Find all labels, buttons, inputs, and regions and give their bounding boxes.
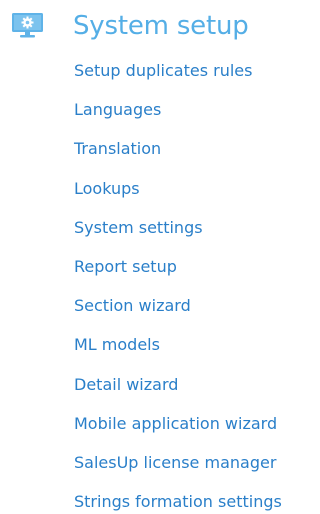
list-item: Setup duplicates rules	[74, 59, 282, 98]
section-title: System setup	[73, 11, 249, 41]
list-item: Translation	[74, 137, 282, 176]
report-setup-link[interactable]: Report setup	[74, 257, 177, 276]
system-settings-link[interactable]: System settings	[74, 218, 203, 237]
setup-duplicates-rules-link[interactable]: Setup duplicates rules	[74, 61, 252, 80]
translation-link[interactable]: Translation	[74, 139, 161, 158]
mobile-application-wizard-link[interactable]: Mobile application wizard	[74, 414, 277, 433]
detail-wizard-link[interactable]: Detail wizard	[74, 375, 178, 394]
system-setup-panel: System setup Setup duplicates rules Lang…	[0, 0, 309, 514]
salesup-license-manager-link[interactable]: SalesUp license manager	[74, 453, 276, 472]
lookups-link[interactable]: Lookups	[74, 179, 140, 198]
ml-models-link[interactable]: ML models	[74, 335, 160, 354]
list-item: Lookups	[74, 177, 282, 216]
list-item: Strings formation settings	[74, 490, 282, 514]
list-item: ML models	[74, 333, 282, 372]
list-item: Languages	[74, 98, 282, 137]
monitor-gear-icon	[11, 12, 44, 39]
list-item: Section wizard	[74, 294, 282, 333]
strings-formation-settings-link[interactable]: Strings formation settings	[74, 492, 282, 511]
list-item: Report setup	[74, 255, 282, 294]
list-item: System settings	[74, 216, 282, 255]
languages-link[interactable]: Languages	[74, 100, 161, 119]
system-setup-link-list: Setup duplicates rules Languages Transla…	[74, 59, 282, 514]
list-item: SalesUp license manager	[74, 451, 282, 490]
section-wizard-link[interactable]: Section wizard	[74, 296, 191, 315]
list-item: Detail wizard	[74, 373, 282, 412]
list-item: Mobile application wizard	[74, 412, 282, 451]
